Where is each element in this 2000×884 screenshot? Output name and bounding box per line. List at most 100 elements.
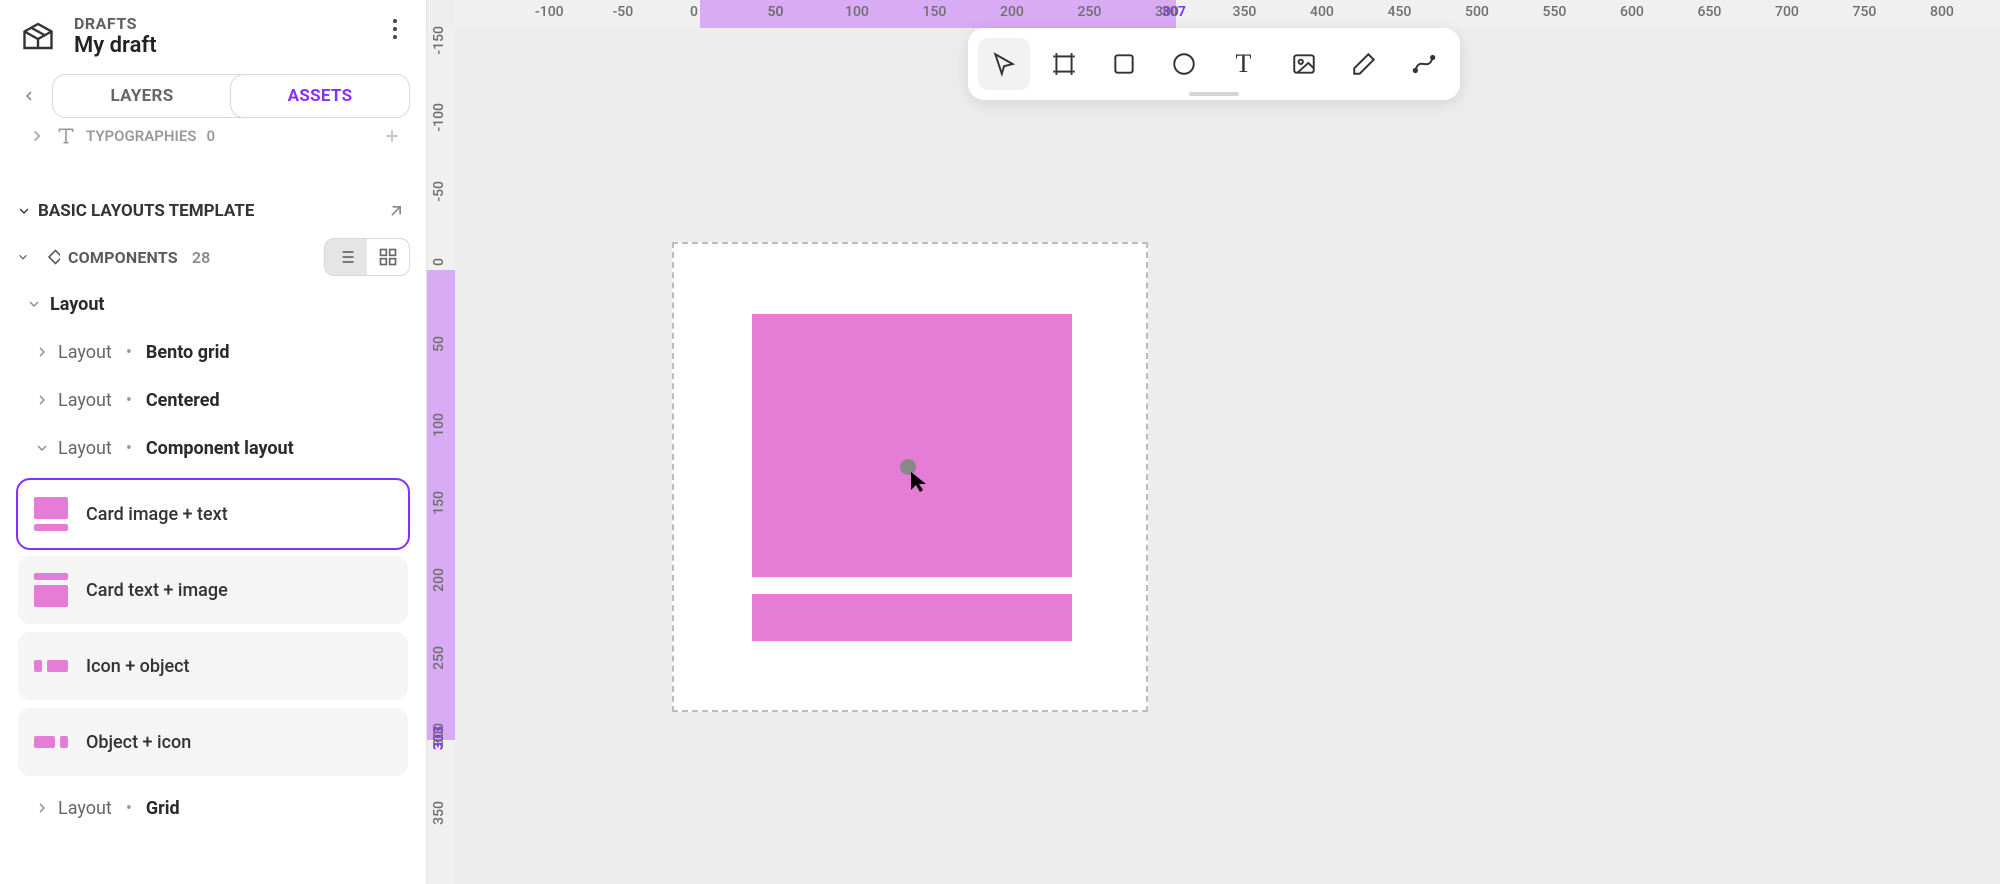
ruler-tick: 650 bbox=[1698, 4, 1722, 20]
chevron-right-icon bbox=[34, 800, 50, 816]
component-thumb-icon bbox=[34, 649, 68, 683]
tab-layers[interactable]: LAYERS bbox=[53, 75, 231, 117]
ruler-tick: 300 bbox=[1155, 4, 1179, 20]
grid-icon bbox=[378, 247, 398, 267]
ruler-tick: -100 bbox=[535, 4, 564, 20]
curve-icon bbox=[1411, 51, 1437, 77]
grid-view-button[interactable] bbox=[367, 239, 409, 275]
component-icon bbox=[38, 246, 60, 268]
sidebar: DRAFTS My draft LAYERS ASSETS TYPOGRAPHI… bbox=[0, 0, 427, 884]
type-icon bbox=[56, 126, 76, 146]
tree-group-component-layout[interactable]: Layout • Component layout bbox=[18, 424, 408, 472]
chevron-right-icon bbox=[28, 127, 46, 145]
more-menu-icon[interactable] bbox=[380, 14, 410, 44]
rectangle-icon bbox=[1111, 51, 1137, 77]
tool-image[interactable] bbox=[1278, 38, 1330, 90]
ruler-tick: 250 bbox=[431, 646, 447, 670]
chevron-left-icon[interactable] bbox=[16, 83, 42, 109]
section-typographies[interactable]: TYPOGRAPHIES 0 bbox=[0, 124, 426, 148]
preview-text-block bbox=[752, 594, 1073, 641]
open-external-icon[interactable] bbox=[386, 201, 406, 221]
canvas[interactable] bbox=[455, 28, 2000, 884]
sidebar-header: DRAFTS My draft bbox=[0, 0, 426, 64]
components-header: COMPONENTS 28 bbox=[0, 234, 426, 280]
ruler-tick: 750 bbox=[1853, 4, 1877, 20]
preview-image-block bbox=[752, 314, 1073, 578]
ruler-tick: 500 bbox=[1465, 4, 1489, 20]
pointer-icon bbox=[991, 51, 1017, 77]
ruler-tick: 400 bbox=[1310, 4, 1334, 20]
ruler-tick: 200 bbox=[431, 568, 447, 592]
ruler-tick: 550 bbox=[1543, 4, 1567, 20]
tool-frame[interactable] bbox=[1038, 38, 1090, 90]
chevron-down-icon bbox=[16, 250, 30, 264]
add-icon[interactable] bbox=[382, 126, 402, 146]
ruler-tick: 350 bbox=[1233, 4, 1257, 20]
app-logo-icon[interactable] bbox=[16, 14, 60, 58]
page-title[interactable]: My draft bbox=[74, 33, 157, 58]
components-toggle[interactable]: COMPONENTS 28 bbox=[16, 246, 211, 268]
ruler-tick: 50 bbox=[768, 4, 784, 20]
ruler-tick: -50 bbox=[613, 4, 634, 20]
chevron-right-icon bbox=[34, 392, 50, 408]
component-thumb-icon bbox=[34, 573, 68, 607]
ruler-tick: 150 bbox=[923, 4, 947, 20]
ruler-tick: 150 bbox=[431, 491, 447, 515]
chevron-down-icon bbox=[34, 440, 50, 456]
ruler-tick: 100 bbox=[845, 4, 869, 20]
pen-icon bbox=[1351, 51, 1377, 77]
tree-group-bento-grid[interactable]: Layout • Bento grid bbox=[18, 328, 408, 376]
tab-assets[interactable]: ASSETS bbox=[230, 74, 410, 118]
ruler-tick: 700 bbox=[1775, 4, 1799, 20]
frame-icon bbox=[1051, 51, 1077, 77]
tree-group-grid[interactable]: Layout • Grid bbox=[18, 784, 408, 832]
tree-group-layout[interactable]: Layout bbox=[18, 280, 408, 328]
ruler-vertical[interactable]: 303 -150-100-50050100150200250300350 bbox=[427, 28, 455, 884]
cursor-arrow-icon bbox=[911, 472, 929, 492]
tree-group-centered[interactable]: Layout • Centered bbox=[18, 376, 408, 424]
components-tree: Layout Layout • Bento grid Layout • Cent… bbox=[0, 280, 426, 884]
breadcrumb[interactable]: DRAFTS bbox=[74, 14, 157, 33]
ruler-tick: 600 bbox=[1620, 4, 1644, 20]
component-icon-object[interactable]: Icon + object bbox=[18, 632, 408, 700]
chevron-down-icon bbox=[16, 203, 32, 219]
canvas-area: 307 50-100-50050100150200250300350400450… bbox=[427, 0, 2000, 884]
chevron-right-icon bbox=[34, 344, 50, 360]
ruler-tick: 0 bbox=[431, 258, 447, 266]
ruler-tick: 450 bbox=[1388, 4, 1412, 20]
ruler-tick: 50 bbox=[431, 336, 447, 352]
tool-pointer[interactable] bbox=[978, 38, 1030, 90]
component-card-text-image[interactable]: Card text + image bbox=[18, 556, 408, 624]
tool-rectangle[interactable] bbox=[1098, 38, 1150, 90]
ruler-tick: 200 bbox=[1000, 4, 1024, 20]
ellipse-icon bbox=[1171, 51, 1197, 77]
image-icon bbox=[1291, 51, 1317, 77]
component-thumb-icon bbox=[34, 497, 68, 531]
tool-curve[interactable] bbox=[1398, 38, 1450, 90]
tool-text[interactable]: T bbox=[1218, 38, 1270, 90]
ruler-tick: 350 bbox=[431, 801, 447, 825]
ruler-tick: 250 bbox=[1078, 4, 1102, 20]
project-heading: DRAFTS My draft bbox=[74, 14, 157, 58]
ruler-horizontal[interactable]: 307 50-100-50050100150200250300350400450… bbox=[455, 0, 2000, 28]
list-view-button[interactable] bbox=[325, 239, 367, 275]
view-toggle bbox=[324, 238, 410, 276]
ruler-tick: 100 bbox=[431, 413, 447, 437]
toolbar-drag-handle[interactable] bbox=[1189, 92, 1239, 96]
tool-pen[interactable] bbox=[1338, 38, 1390, 90]
ruler-tick: -50 bbox=[431, 181, 447, 202]
sidebar-tabs: LAYERS ASSETS bbox=[0, 64, 426, 124]
component-card-image-text[interactable]: Card image + text bbox=[18, 480, 408, 548]
component-thumb-icon bbox=[34, 725, 68, 759]
floating-toolbar[interactable]: T bbox=[968, 28, 1460, 100]
component-object-icon[interactable]: Object + icon bbox=[18, 708, 408, 776]
ruler-tick: -150 bbox=[431, 26, 447, 55]
ruler-tick: 300 bbox=[431, 723, 447, 747]
tool-ellipse[interactable] bbox=[1158, 38, 1210, 90]
ruler-tick: 0 bbox=[690, 4, 698, 20]
section-basic-layouts-template[interactable]: BASIC LAYOUTS TEMPLATE bbox=[0, 188, 426, 234]
ruler-tick: 800 bbox=[1930, 4, 1954, 20]
ruler-tick: -100 bbox=[431, 103, 447, 132]
chevron-down-icon bbox=[26, 296, 42, 312]
list-icon bbox=[336, 247, 356, 267]
